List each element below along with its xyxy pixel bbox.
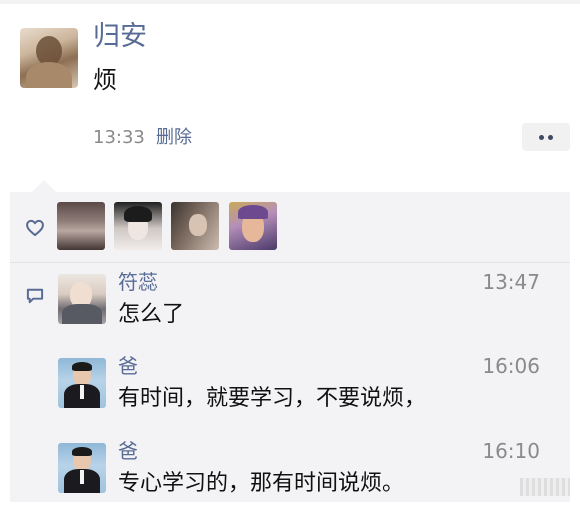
- more-dots-icon: [539, 135, 544, 140]
- comment-time: 13:47: [482, 270, 540, 294]
- commenter-name[interactable]: 爸: [118, 352, 138, 380]
- avatar-figure-body: [26, 62, 72, 88]
- more-dots-icon-dot: [548, 135, 553, 140]
- author-name[interactable]: 归安: [93, 20, 147, 54]
- heart-icon: [26, 219, 44, 237]
- avatar-hair: [238, 205, 268, 219]
- likes-row: [10, 192, 570, 262]
- liker-avatar-3[interactable]: [171, 202, 219, 250]
- avatar-face: [189, 214, 207, 236]
- commenter-avatar[interactable]: [58, 274, 106, 324]
- commenter-avatar[interactable]: [58, 358, 106, 408]
- more-actions-button[interactable]: [522, 123, 570, 151]
- liker-avatar-2[interactable]: [114, 202, 162, 250]
- commenter-name[interactable]: 符蕊: [118, 268, 158, 296]
- likes-comments-panel: 符蕊 13:47 怎么了 爸 16:06 有时间，就要学习，不要说烦， 爸 16…: [10, 192, 570, 502]
- avatar-body: [62, 304, 102, 324]
- comment-text: 专心学习的，那有时间说烦。: [118, 471, 405, 496]
- liker-avatar-4[interactable]: [229, 202, 277, 250]
- panel-caret: [32, 180, 56, 192]
- avatar-hair: [72, 447, 92, 456]
- comment-text: 怎么了: [118, 302, 185, 327]
- commenter-name[interactable]: 爸: [118, 437, 138, 465]
- comment-time: 16:06: [482, 354, 540, 378]
- likes-comments-divider: [10, 262, 570, 263]
- avatar-hair: [72, 362, 92, 371]
- moments-post-detail: 归安 烦 13:33 删除 符蕊 13:47 怎么了 爸 16:06 有时间，就…: [0, 0, 580, 505]
- blurred-watermark: [520, 478, 570, 496]
- commenter-avatar[interactable]: [58, 443, 106, 493]
- avatar-tie: [80, 470, 84, 484]
- comment-icon: [26, 288, 44, 304]
- avatar-hair: [124, 206, 152, 222]
- avatar-tie: [80, 385, 84, 399]
- author-avatar[interactable]: [20, 28, 78, 88]
- delete-button[interactable]: 删除: [156, 126, 192, 150]
- post-text: 烦: [93, 66, 117, 94]
- liker-avatar-1[interactable]: [57, 202, 105, 250]
- comment-text: 有时间，就要学习，不要说烦，: [118, 386, 427, 411]
- comment-time: 16:10: [482, 439, 540, 463]
- post-time: 13:33: [93, 127, 145, 148]
- top-divider: [0, 0, 580, 4]
